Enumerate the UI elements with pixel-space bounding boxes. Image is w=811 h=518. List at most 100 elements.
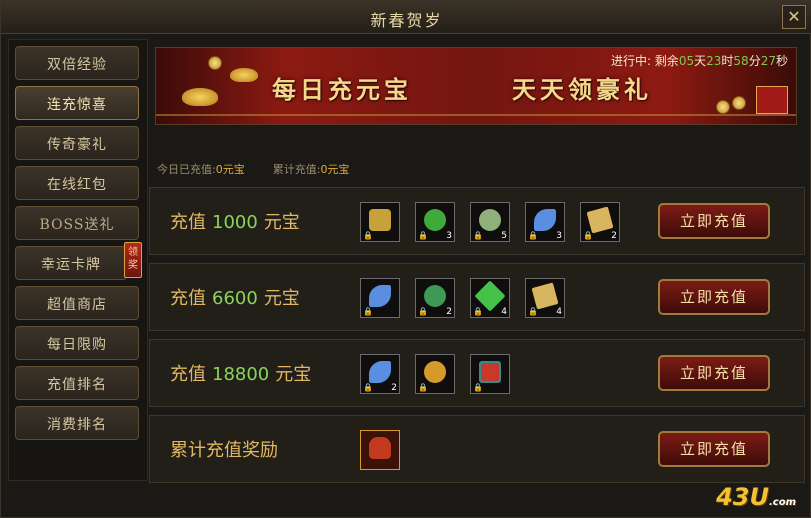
site-watermark: 43U.com [716, 483, 796, 511]
sidebar-item-boss-gift[interactable]: BOSS送礼 [15, 206, 139, 240]
lock-icon: 🔒 [473, 383, 483, 392]
item-count: 2 [611, 231, 617, 241]
banner-slogan-right: 天天领豪礼 [512, 75, 652, 104]
banner-slogan-left: 每日充元宝 [272, 75, 412, 104]
sidebar-item-label: 超值商店 [47, 297, 107, 313]
sidebar-item-double-exp[interactable]: 双倍经验 [15, 46, 139, 80]
sidebar-item-label: 每日限购 [47, 337, 107, 353]
reward-item-slot[interactable]: 🔒 4 [525, 278, 565, 318]
reward-item-slot[interactable]: 🔒 4 [470, 278, 510, 318]
sidebar-item-online-redpacket[interactable]: 在线红包 [15, 166, 139, 200]
sidebar-item-legend-gift[interactable]: 传奇豪礼 [15, 126, 139, 160]
recharge-now-button[interactable]: 立即充值 [658, 431, 770, 467]
reward-tier-row: 充值 6600 元宝 🔒 🔒 2 🔒 4 🔒 4 立即充值 [149, 263, 805, 331]
countdown-minutes: 58 [733, 54, 749, 68]
watermark-suffix: .com [768, 497, 796, 508]
tier-prefix: 充值 [170, 288, 206, 309]
recharge-now-button[interactable]: 立即充值 [658, 279, 770, 315]
reward-item-slot[interactable]: 🔒 2 [360, 354, 400, 394]
close-icon: ✕ [787, 7, 801, 26]
tier-amount: 6600 [212, 288, 258, 309]
sidebar-item-value-shop[interactable]: 超值商店 [15, 286, 139, 320]
total-recharge-label: 累计充值: [272, 163, 321, 176]
item-count: 2 [391, 383, 397, 393]
banner-divider [156, 114, 796, 116]
reward-item-slot[interactable]: 🔒 3 [415, 202, 455, 242]
recharge-now-button[interactable]: 立即充值 [658, 355, 770, 391]
tier-label: 充值 6600 元宝 [170, 284, 300, 310]
reward-item-slot[interactable]: 🔒 [360, 278, 400, 318]
countdown-timer: 进行中: 剩余05天23时58分27秒 [611, 52, 788, 69]
reward-item-slot[interactable]: 🔒 [470, 354, 510, 394]
countdown-seconds-unit: 秒 [775, 54, 788, 68]
lock-icon: 🔒 [363, 231, 373, 240]
lock-icon: 🔒 [528, 231, 538, 240]
wing-icon [534, 209, 556, 231]
gold-orb-icon [424, 361, 446, 383]
reward-item-slot[interactable]: 🔒 3 [525, 202, 565, 242]
gift-bag-icon [369, 437, 391, 459]
total-recharge-value: 0元宝 [320, 163, 350, 176]
today-recharge-value: 0元宝 [215, 163, 245, 176]
sidebar-item-label: BOSS送礼 [39, 217, 115, 233]
sidebar-item-label: 充值排名 [47, 377, 107, 393]
crystal-ball-icon [424, 285, 446, 307]
countdown-hours: 23 [706, 54, 722, 68]
title-bar: 新春贺岁 ✕ [1, 1, 811, 34]
tier-prefix: 充值 [170, 364, 206, 385]
jade-orb-icon [479, 209, 501, 231]
lock-icon: 🔒 [473, 231, 483, 240]
reward-item-slot[interactable] [360, 430, 400, 470]
tier-suffix: 元宝 [263, 212, 300, 233]
sidebar-item-label: 传奇豪礼 [47, 137, 107, 153]
reward-item-slot[interactable]: 🔒 2 [415, 278, 455, 318]
today-recharge-label: 今日已充值: [157, 163, 216, 176]
sidebar-item-lucky-card[interactable]: 幸运卡牌 [15, 246, 127, 280]
recharge-now-button[interactable]: 立即充值 [658, 203, 770, 239]
coin-icon [732, 96, 746, 110]
reward-item-slot[interactable]: 🔒 5 [470, 202, 510, 242]
lock-icon: 🔒 [473, 307, 483, 316]
tier-prefix: 充值 [170, 212, 206, 233]
reward-tier-row: 充值 18800 元宝 🔒 2 🔒 🔒 立即充值 [149, 339, 805, 407]
watermark-text: 43U [716, 483, 769, 511]
gift-box-icon [756, 86, 788, 114]
lock-icon: 🔒 [583, 231, 593, 240]
reward-tier-row: 累计充值奖励 立即充值 [149, 415, 805, 483]
tier-suffix: 元宝 [263, 288, 300, 309]
reward-item-slot[interactable]: 🔒 [415, 354, 455, 394]
item-count: 4 [556, 307, 562, 317]
scroll-icon [531, 282, 559, 310]
reward-item-slot[interactable]: 🔒 [360, 202, 400, 242]
countdown-hours-unit: 时 [721, 54, 734, 68]
sidebar-item-daily-limited[interactable]: 每日限购 [15, 326, 139, 360]
countdown-minutes-unit: 分 [748, 54, 761, 68]
close-button[interactable]: ✕ [782, 5, 806, 29]
wing-icon [369, 285, 391, 307]
gold-ingot-icon [230, 68, 258, 82]
tier-label: 充值 18800 元宝 [170, 360, 311, 386]
lock-icon: 🔒 [418, 307, 428, 316]
sidebar-item-label: 消费排名 [47, 417, 107, 433]
wing-icon [369, 361, 391, 383]
item-count: 5 [501, 231, 507, 241]
main-panel: 进行中: 剩余05天23时58分27秒 每日充元宝 天天领豪礼 今日已充值:0元… [149, 39, 805, 483]
sidebar-item-spend-rank[interactable]: 消费排名 [15, 406, 139, 440]
lock-icon: 🔒 [418, 383, 428, 392]
claim-reward-badge[interactable]: 领奖 [124, 242, 142, 278]
event-window: 新春贺岁 ✕ 双倍经验 连充惊喜 传奇豪礼 在线红包 BOSS送礼 幸运卡牌 超… [0, 0, 811, 518]
sidebar-item-label: 连充惊喜 [47, 97, 107, 113]
lock-icon: 🔒 [363, 383, 373, 392]
item-count: 3 [556, 231, 562, 241]
sidebar-item-label: 双倍经验 [47, 57, 107, 73]
sidebar-item-consecutive-recharge[interactable]: 连充惊喜 [15, 86, 139, 120]
coin-icon [716, 100, 730, 114]
sidebar-item-recharge-rank[interactable]: 充值排名 [15, 366, 139, 400]
red-banner-icon [479, 361, 501, 383]
countdown-days: 05 [678, 54, 695, 68]
countdown-prefix: 进行中: 剩余 [610, 54, 679, 68]
tier-prefix: 累计充值奖励 [170, 440, 278, 461]
tier-amount: 18800 [212, 364, 270, 385]
lock-icon: 🔒 [363, 307, 373, 316]
reward-item-slot[interactable]: 🔒 2 [580, 202, 620, 242]
